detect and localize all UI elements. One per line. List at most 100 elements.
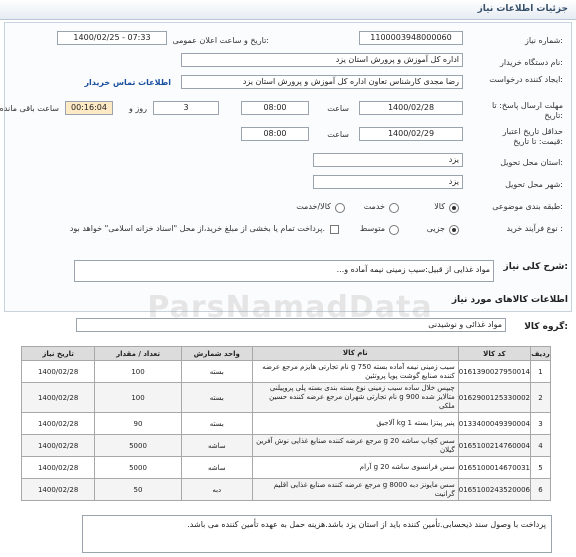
cell-quantity: 90 [94, 412, 182, 435]
watermark: ParsNamadData [147, 290, 433, 325]
cell-date: 1400/02/28 [20, 382, 96, 413]
row-reply-deadline: مهلت ارسال پاسخ: تا تاریخ: 1400/02/28 سا… [0, 101, 571, 123]
table-row[interactable]: 2 0162900125330002 چیپس خلال ساده سیب زم… [20, 382, 551, 413]
cell-index: 3 [530, 412, 551, 435]
row-process: نوع فرآیند خرید : جزیی متوسط پرداخت تمام… [3, 219, 571, 241]
need-number-field[interactable]: 1100003948000060 [359, 31, 463, 45]
process-option-minor: جزیی [426, 224, 445, 233]
header-quantity: تعداد / مقدار [94, 346, 182, 361]
summary-field[interactable]: مواد غذایی از قبیل:سیب زمینی نیمه آماده … [74, 260, 494, 282]
province-field[interactable]: یزد [313, 153, 463, 167]
buyer-field[interactable]: اداره کل آموزش و پرورش استان یزد [181, 53, 463, 67]
days-label: روز و [129, 104, 147, 113]
cell-unit: ساشه [180, 456, 253, 479]
window-title: جزئیات اطلاعات نیاز [477, 4, 568, 14]
cell-date: 1400/02/28 [20, 434, 96, 457]
row-need-number: شماره نیاز: 1100003948000060 تاریخ و ساع… [3, 31, 571, 53]
category-radio-goods[interactable] [449, 203, 459, 213]
cell-unit: بسته [180, 360, 253, 383]
cell-date: 1400/02/28 [20, 360, 96, 383]
cell-quantity: 50 [94, 478, 182, 501]
need-number-label: شماره نیاز: [524, 36, 563, 45]
cell-date: 1400/02/28 [20, 412, 96, 435]
buyer-notes-field[interactable]: پرداخت با وصول سند ذیحسابی.تأمین کننده ب… [82, 515, 552, 553]
category-radio-service[interactable] [389, 203, 399, 213]
category-option-both: کالا/خدمت [296, 202, 331, 211]
cell-code: 0161390027950014 [457, 360, 532, 383]
cell-index: 5 [530, 456, 551, 479]
city-label: شهر محل تحویل: [505, 180, 563, 189]
category-option-goods: کالا [434, 202, 445, 211]
cell-code: 0133400049390004 [457, 412, 532, 435]
validity-date-field[interactable]: 1400/02/29 [359, 127, 463, 141]
row-city: شهر محل تحویل: یزد [3, 175, 571, 197]
table-row[interactable]: 5 0165100014670031 سس فرانسوی ساشه 20 g … [20, 456, 551, 479]
summary-label: شرح کلی نیاز: [503, 262, 568, 272]
treasury-checkbox[interactable] [330, 225, 339, 234]
city-field[interactable]: یزد [313, 175, 463, 189]
cell-name: سس مایونز دبه 8000 g مرجع عرضه کننده صنا… [251, 478, 459, 501]
announce-field[interactable]: 1400/02/25 - 07:33 [57, 31, 167, 45]
header-code: کد کالا [457, 346, 532, 361]
cell-name: سس فرانسوی ساشه 20 g آرام [251, 456, 459, 479]
category-label: طبقه بندی موضوعی: [492, 202, 563, 211]
header-date: تاریخ نیاز [20, 346, 96, 361]
remaining-label: ساعت باقی مانده [0, 104, 59, 113]
table-row[interactable]: 4 0165100214760004 سس کچاپ ساشه 20 g مرج… [20, 434, 551, 457]
header-unit: واحد شمارش [180, 346, 253, 361]
cell-name: چیپس خلال ساده سیب زمینی نوع بسته بندی ب… [251, 382, 459, 413]
process-radio-medium[interactable] [389, 225, 399, 235]
cell-quantity: 5000 [94, 434, 182, 457]
creator-label: ایجاد کننده درخواست: [489, 75, 563, 84]
row-category: طبقه بندی موضوعی: کالا خدمت کالا/خدمت [3, 197, 571, 219]
cell-code: 0165100014670031 [457, 456, 532, 479]
process-label: نوع فرآیند خرید : [506, 224, 563, 233]
treasury-note: پرداخت تمام یا بخشی از مبلغ خرید،از محل … [69, 224, 325, 233]
category-radio-both[interactable] [335, 203, 345, 213]
window-titlebar: جزئیات اطلاعات نیاز [0, 0, 576, 20]
goods-table: ردیف کد کالا نام کالا واحد شمارش تعداد /… [20, 346, 551, 501]
cell-quantity: 100 [94, 360, 182, 383]
cell-name: سیب زمینی نیمه آماده بسته 750 g نام تجار… [251, 360, 459, 383]
process-radio-minor[interactable] [449, 225, 459, 235]
validity-label: حداقل تاریخ اعتبار قیمت: تا تاریخ: [502, 127, 563, 146]
table-row[interactable]: 1 0161390027950014 سیب زمینی نیمه آماده … [20, 360, 551, 383]
buyer-label: نام دستگاه خریدار: [499, 58, 563, 67]
buyer-contact-link[interactable]: اطلاعات تماس خریدار [84, 78, 171, 87]
cell-unit: دبه [180, 478, 253, 501]
goods-section-title: اطلاعات کالاهای مورد نیاز [451, 295, 568, 305]
cell-date: 1400/02/28 [20, 456, 96, 479]
row-province: استان محل تحویل: یزد [3, 153, 571, 175]
cell-unit: بسته [180, 382, 253, 413]
days-field[interactable]: 3 [153, 101, 219, 115]
cell-name: پنیر پیتزا بسته 1 kg آلاجیق [251, 412, 459, 435]
cell-quantity: 5000 [94, 456, 182, 479]
cell-index: 1 [530, 360, 551, 383]
cell-index: 2 [530, 382, 551, 413]
validity-time-label: ساعت [327, 130, 349, 139]
validity-time-field[interactable]: 08:00 [241, 127, 309, 141]
header-name: نام کالا [251, 346, 459, 361]
category-option-service: خدمت [363, 202, 385, 211]
header-index: ردیف [530, 346, 551, 361]
row-creator: ایجاد کننده درخواست: رضا مجدی کارشناس تع… [3, 75, 571, 97]
cell-unit: بسته [180, 412, 253, 435]
reply-time-label: ساعت [327, 104, 349, 113]
reply-date-field[interactable]: 1400/02/28 [359, 101, 463, 115]
table-row[interactable]: 3 0133400049390004 پنیر پیتزا بسته 1 kg … [20, 412, 551, 435]
cell-code: 0165100243520006 [457, 478, 532, 501]
cell-index: 4 [530, 434, 551, 457]
cell-quantity: 100 [94, 382, 182, 413]
cell-unit: ساشه [180, 434, 253, 457]
creator-field[interactable]: رضا مجدی کارشناس تعاون اداره کل آموزش و … [181, 75, 463, 89]
cell-index: 6 [530, 478, 551, 501]
group-label: گروه کالا: [524, 322, 568, 332]
table-header-row: ردیف کد کالا نام کالا واحد شمارش تعداد /… [20, 346, 551, 361]
table-row[interactable]: 6 0165100243520006 سس مایونز دبه 8000 g … [20, 478, 551, 501]
cell-name: سس کچاپ ساشه 20 g مرجع عرضه کننده صنایع … [251, 434, 459, 457]
reply-deadline-label: مهلت ارسال پاسخ: تا تاریخ: [491, 101, 563, 120]
cell-code: 0165100214760004 [457, 434, 532, 457]
cell-date: 1400/02/28 [20, 478, 96, 501]
row-buyer: نام دستگاه خریدار: اداره کل آموزش و پرور… [3, 53, 571, 75]
reply-time-field[interactable]: 08:00 [241, 101, 309, 115]
